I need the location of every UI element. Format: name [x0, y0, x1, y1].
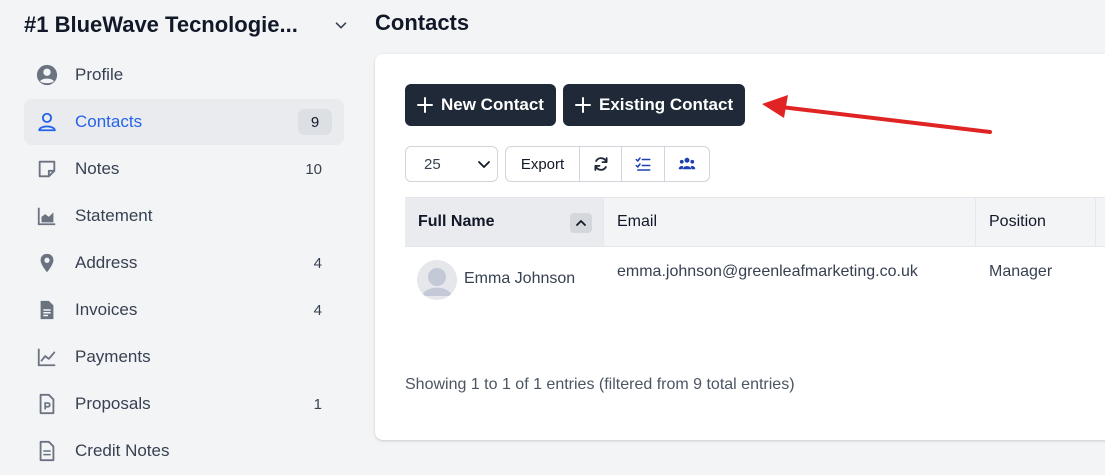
page-title: Contacts: [375, 10, 470, 35]
sidebar-item-label: Invoices: [75, 300, 138, 319]
button-label: Existing Contact: [599, 95, 734, 114]
users-icon: [678, 157, 696, 170]
file-text-icon: [40, 300, 54, 320]
sidebar-item-payments[interactable]: Payments: [24, 334, 344, 380]
per-page-value: 25: [424, 156, 441, 173]
column-header-full-name[interactable]: Full Name: [405, 198, 604, 246]
proposal-file-icon: [39, 393, 55, 415]
table-info: Showing 1 to 1 of 1 entries (filtered fr…: [405, 376, 795, 393]
company-name: #1 BlueWave Tecnologie...: [24, 12, 298, 37]
sidebar-item-proposals[interactable]: Proposals 1: [24, 381, 344, 427]
area-chart-icon: [37, 207, 56, 226]
count-badge: 10: [305, 160, 322, 178]
company-selector[interactable]: #1 BlueWave Tecnologie...: [24, 9, 350, 41]
reload-button[interactable]: [580, 147, 622, 181]
existing-contact-button[interactable]: Existing Contact: [563, 84, 746, 126]
column-header-position[interactable]: Position: [976, 198, 1096, 246]
plus-icon: [575, 97, 591, 113]
column-header-extra: [1096, 198, 1105, 246]
sidebar-item-statement[interactable]: Statement: [24, 193, 344, 239]
line-chart-icon: [37, 348, 56, 367]
sort-asc-icon[interactable]: [570, 213, 592, 233]
avatar: [417, 260, 457, 300]
sidebar-item-label: Address: [75, 253, 138, 272]
annotation-arrow-icon: [762, 95, 992, 134]
file-icon: [39, 440, 55, 462]
new-contact-button[interactable]: New Contact: [405, 84, 556, 126]
count-badge: 1: [313, 395, 322, 413]
sidebar-item-label: Profile: [75, 65, 124, 84]
contacts-table: Full Name Email Position Emma Johnson em…: [405, 197, 1105, 309]
checklist-icon: [635, 157, 651, 171]
sidebar-item-label: Proposals: [75, 394, 151, 413]
table-header: Full Name Email Position: [405, 197, 1105, 247]
sidebar-item-label: Payments: [75, 347, 151, 366]
bulk-select-button[interactable]: [622, 147, 665, 181]
table-actions: Export: [505, 146, 710, 182]
sidebar-item-label: Statement: [75, 206, 153, 225]
column-header-email[interactable]: Email: [604, 198, 976, 246]
plus-icon: [417, 97, 433, 113]
sidebar-item-profile[interactable]: Profile: [24, 52, 344, 98]
count-badge: 4: [313, 301, 322, 319]
cell-position: Manager: [976, 247, 1096, 309]
map-pin-icon: [40, 253, 54, 273]
chevron-down-icon: [478, 161, 490, 168]
cell-full-name: Emma Johnson: [405, 247, 604, 309]
sidebar-item-label: Credit Notes: [75, 441, 170, 460]
column-label: Full Name: [418, 213, 495, 230]
user-circle-icon: [36, 64, 58, 86]
contact-position: Manager: [989, 263, 1053, 280]
column-label: Email: [617, 213, 658, 230]
count-badge: 9: [298, 109, 332, 135]
per-page-select[interactable]: 25: [405, 146, 498, 182]
table-row[interactable]: Emma Johnson emma.johnson@greenleafmarke…: [405, 247, 1105, 309]
sidebar-item-contacts[interactable]: Contacts 9: [24, 99, 344, 145]
sidebar-item-notes[interactable]: Notes 10: [24, 146, 344, 192]
cell-email: emma.johnson@greenleafmarketing.co.uk: [604, 247, 976, 309]
sidebar: Profile Contacts 9 Notes 10 Statement Ad…: [24, 52, 344, 475]
sidebar-item-invoices[interactable]: Invoices 4: [24, 287, 344, 333]
count-badge: 4: [313, 254, 322, 272]
export-button[interactable]: Export: [506, 147, 580, 181]
note-icon: [38, 160, 56, 178]
contact-email: emma.johnson@greenleafmarketing.co.uk: [617, 263, 918, 280]
column-label: Position: [989, 213, 1046, 230]
sidebar-item-address[interactable]: Address 4: [24, 240, 344, 286]
user-icon: [38, 112, 56, 132]
table-toolbar: 25 Export: [405, 146, 710, 182]
sidebar-item-label: Notes: [75, 159, 120, 178]
refresh-icon: [593, 157, 608, 171]
sidebar-item-label: Contacts: [75, 112, 143, 131]
button-label: New Contact: [441, 95, 544, 114]
groups-button[interactable]: [665, 147, 709, 181]
chevron-down-icon: [335, 22, 347, 29]
sidebar-item-credit-notes[interactable]: Credit Notes: [24, 428, 344, 474]
contact-name[interactable]: Emma Johnson: [464, 270, 575, 288]
